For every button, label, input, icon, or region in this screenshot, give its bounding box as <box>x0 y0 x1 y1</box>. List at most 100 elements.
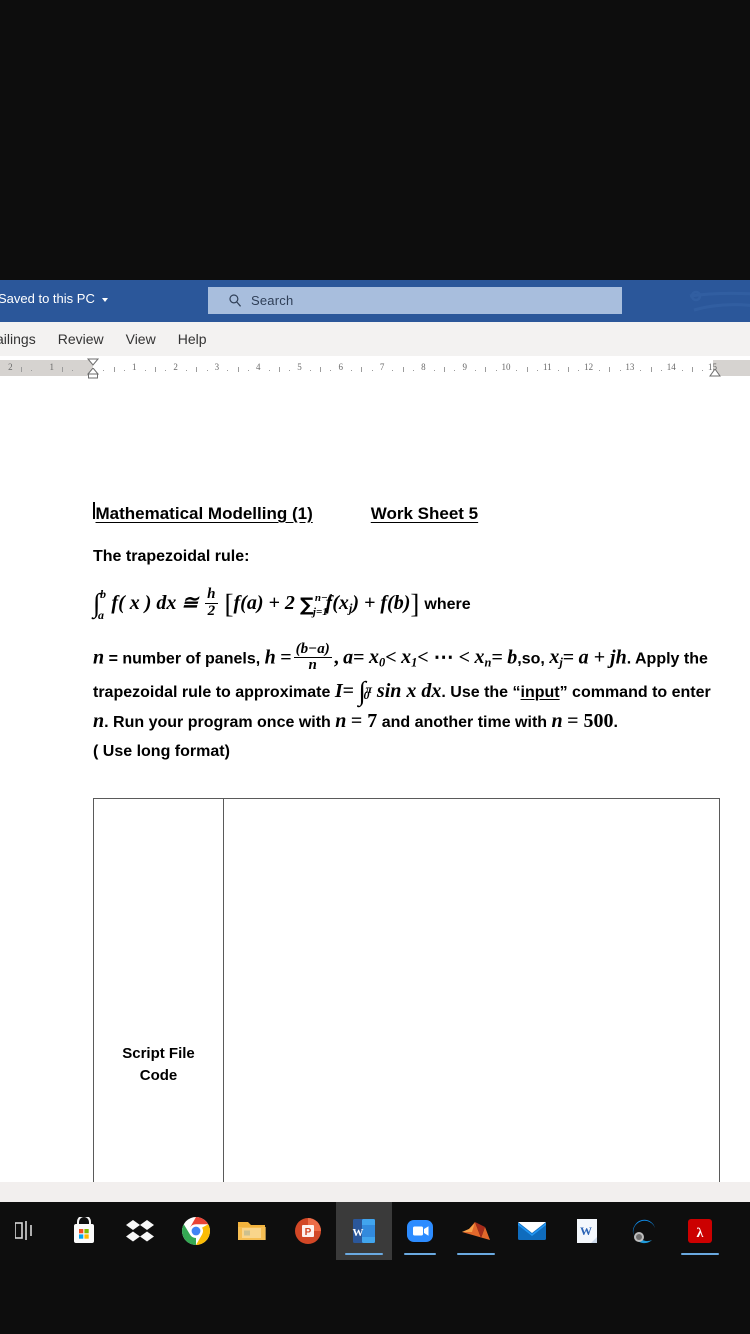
adobe-acrobat-icon: λ <box>688 1219 712 1243</box>
integral-symbol: ∫ b a <box>93 586 106 622</box>
ruler-tick <box>516 370 518 371</box>
tab-help[interactable]: Help <box>167 328 218 350</box>
taskbar-item-file-explorer[interactable] <box>224 1202 280 1260</box>
ruler-tick <box>309 370 311 371</box>
trapezoidal-formula: ∫ b a f( x ) dx ≅ h2 [f(a) + 2 ∑ n−1 j=1 f(xj)… <box>93 586 721 622</box>
ruler-number: 4 <box>255 362 261 372</box>
bracket-open: [ <box>224 588 234 619</box>
ruler-tick <box>278 367 280 372</box>
ruler-tick <box>237 367 239 372</box>
plus-sign-2: + <box>363 591 376 614</box>
x0: x0 <box>369 645 386 670</box>
ruler-number: 1 <box>49 362 54 372</box>
document-subheading: The trapezoidal rule: <box>93 548 250 565</box>
ruler-tick <box>609 367 611 372</box>
ruler-number: 14 <box>666 362 676 372</box>
ruler-number: 11 <box>542 362 552 372</box>
bracket-close: ] <box>410 588 420 619</box>
integral-lower-limit: a <box>98 607 104 622</box>
integral-symbol-2: ∫ π 0 <box>358 676 373 707</box>
search-input[interactable]: Search <box>208 287 622 314</box>
hanging-indent-marker[interactable] <box>87 368 99 379</box>
sum-lower-limit: j=1 <box>312 605 328 618</box>
ruler-number: 10 <box>501 362 511 372</box>
taskbar-running-indicator <box>345 1252 383 1255</box>
dropbox-icon <box>126 1220 154 1242</box>
ruler-number: 5 <box>297 362 302 372</box>
taskbar-item-google-chrome[interactable] <box>168 1202 224 1260</box>
ruler-tick <box>433 370 435 371</box>
tab-review[interactable]: Review <box>47 328 115 350</box>
ruler-number: 1 <box>132 362 137 372</box>
text-caret <box>93 502 95 519</box>
table-cell-label-line1: Script File <box>122 1045 195 1062</box>
tab-view[interactable]: View <box>115 328 167 350</box>
status-bar <box>0 1182 750 1202</box>
taskbar-item-dropbox[interactable] <box>112 1202 168 1260</box>
ruler-tick <box>567 367 569 372</box>
ruler-tick <box>371 370 373 371</box>
mail-icon <box>518 1222 546 1240</box>
svg-text:λ: λ <box>697 1226 704 1241</box>
ruler-tick <box>444 367 446 372</box>
document-heading: Mathematical Modelling (1) Work Sheet 5 <box>93 502 721 524</box>
right-indent-marker[interactable] <box>709 369 721 377</box>
taskbar-running-indicator <box>404 1252 436 1255</box>
ruler-number: 8 <box>421 362 426 372</box>
ruler-number: 9 <box>462 362 467 372</box>
ruler-tick <box>247 370 249 371</box>
zoom-icon <box>407 1220 433 1242</box>
taskbar-item-mail[interactable] <box>504 1202 560 1260</box>
ruler-number: 3 <box>214 362 220 372</box>
bottom-letterbox <box>0 1260 750 1334</box>
ruler-tick <box>526 367 528 372</box>
ruler-number: 2 <box>173 362 178 372</box>
input-command-text: input <box>520 684 560 702</box>
taskbar-running-indicator <box>457 1252 495 1255</box>
taskbar-item-zoom[interactable] <box>392 1202 448 1260</box>
ruler-number: 2 <box>8 362 13 372</box>
ruler-tick <box>320 367 322 372</box>
first-line-indent-marker[interactable] <box>87 358 99 366</box>
taskbar-item-wps-writer[interactable]: W <box>560 1202 616 1260</box>
ruler-tick <box>361 367 363 372</box>
top-letterbox <box>0 0 750 280</box>
taskbar-item-adobe-acrobat[interactable]: λ <box>672 1202 728 1260</box>
script-file-table[interactable]: Script File Code <box>93 798 720 1182</box>
taskbar-item-matlab[interactable] <box>448 1202 504 1260</box>
taskbar-item-word[interactable]: W <box>336 1202 392 1260</box>
ruler-tick <box>62 367 64 372</box>
tab-mailings[interactable]: ailings <box>0 328 47 350</box>
save-state-button[interactable]: Saved to this PC <box>0 291 108 306</box>
svg-text:P: P <box>305 1227 312 1238</box>
fraction-numerator: h <box>207 586 216 602</box>
taskbar-item-microsoft-store[interactable] <box>56 1202 112 1260</box>
taskbar-running-indicator <box>681 1252 719 1255</box>
titlebar-decoration <box>689 290 750 312</box>
b-variable: b <box>507 645 518 668</box>
n-equals-7: = 7 <box>350 710 378 733</box>
taskbar-item-powerpoint[interactable]: P <box>280 1202 336 1260</box>
table-cell-label-line2: Code <box>139 1067 178 1084</box>
ruler-tick <box>196 367 198 372</box>
ruler-number: 12 <box>584 362 594 372</box>
ruler-tick <box>330 370 332 371</box>
ruler-tick <box>454 370 456 371</box>
step-size-fraction: (b−a) n <box>293 640 332 674</box>
wps-writer-icon: W <box>577 1219 597 1243</box>
document-body: Mathematical Modelling (1) Work Sheet 5 … <box>93 502 721 766</box>
horizontal-ruler[interactable]: 2 1 1 2 3 4 5 6 7 8 9 10 11 12 13 14 15 <box>0 356 750 383</box>
use-long-format-text: ( Use long format) <box>93 743 230 761</box>
term-fa: f(a) <box>233 591 264 614</box>
ruler-tick <box>650 367 652 372</box>
ruler-tick <box>144 370 146 371</box>
chevron-down-icon <box>101 297 108 302</box>
panels-text: = number of panels, <box>108 649 261 667</box>
fraction-denominator: 2 <box>205 602 218 620</box>
taskbar-item-microsoft-edge[interactable] <box>616 1202 672 1260</box>
taskbar-item-task-view[interactable] <box>0 1202 56 1260</box>
ruler-tick <box>123 370 125 371</box>
ruler-tick <box>20 367 22 372</box>
matlab-icon <box>462 1222 490 1240</box>
chrome-icon <box>182 1217 210 1245</box>
